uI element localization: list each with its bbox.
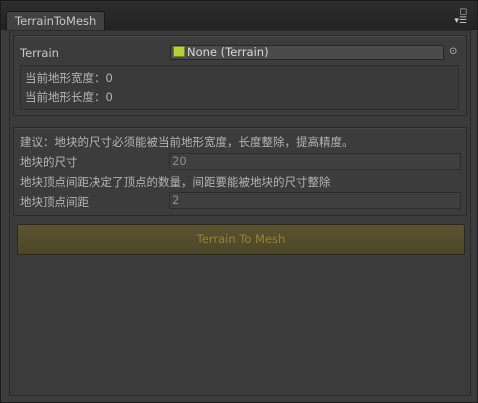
terrain-width-label: 当前地形宽度：0 xyxy=(25,71,113,85)
terrain-cube-icon xyxy=(173,46,185,57)
terrain-object-value: None (Terrain) xyxy=(187,45,269,59)
inspector-content: Terrain None (Terrain) ⊙ 当前地形宽度：0 当前地形长度… xyxy=(9,30,471,396)
terrain-label: Terrain xyxy=(20,46,59,60)
terrain-section: Terrain None (Terrain) ⊙ 当前地形宽度：0 当前地形长度… xyxy=(13,35,467,116)
object-picker-icon[interactable]: ⊙ xyxy=(449,46,457,57)
window-titlebar: TerrainToMesh ◻ ▾☰ xyxy=(1,1,477,31)
terrain-length-label: 当前地形长度：0 xyxy=(25,90,113,104)
editor-window: TerrainToMesh ◻ ▾☰ Terrain None (Terrain… xyxy=(0,0,478,403)
menu-icon[interactable]: ▾☰ xyxy=(454,17,467,26)
tab-terrain-to-mesh[interactable]: TerrainToMesh xyxy=(6,11,106,31)
terrain-object-field[interactable]: None (Terrain) xyxy=(170,45,444,60)
terrain-info-box: 当前地形宽度：0 当前地形长度：0 xyxy=(20,65,459,110)
terrain-to-mesh-button[interactable]: Terrain To Mesh xyxy=(17,224,465,255)
vertex-spacing-tip: 地块顶点间距决定了顶点的数量，间距要能被地块的尺寸整除 xyxy=(20,175,331,189)
block-size-tip: 建议：地块的尺寸必须能被当前地形宽度，长度整除，提高精度。 xyxy=(20,135,354,149)
block-size-label: 地块的尺寸 xyxy=(20,155,78,169)
settings-section: 建议：地块的尺寸必须能被当前地形宽度，长度整除，提高精度。 地块的尺寸 20 地… xyxy=(13,127,467,216)
window-controls: ◻ ▾☰ xyxy=(454,8,467,26)
vertex-spacing-label: 地块顶点间距 xyxy=(20,195,89,209)
vertex-spacing-field[interactable]: 2 xyxy=(169,192,461,209)
block-size-field[interactable]: 20 xyxy=(169,153,461,170)
